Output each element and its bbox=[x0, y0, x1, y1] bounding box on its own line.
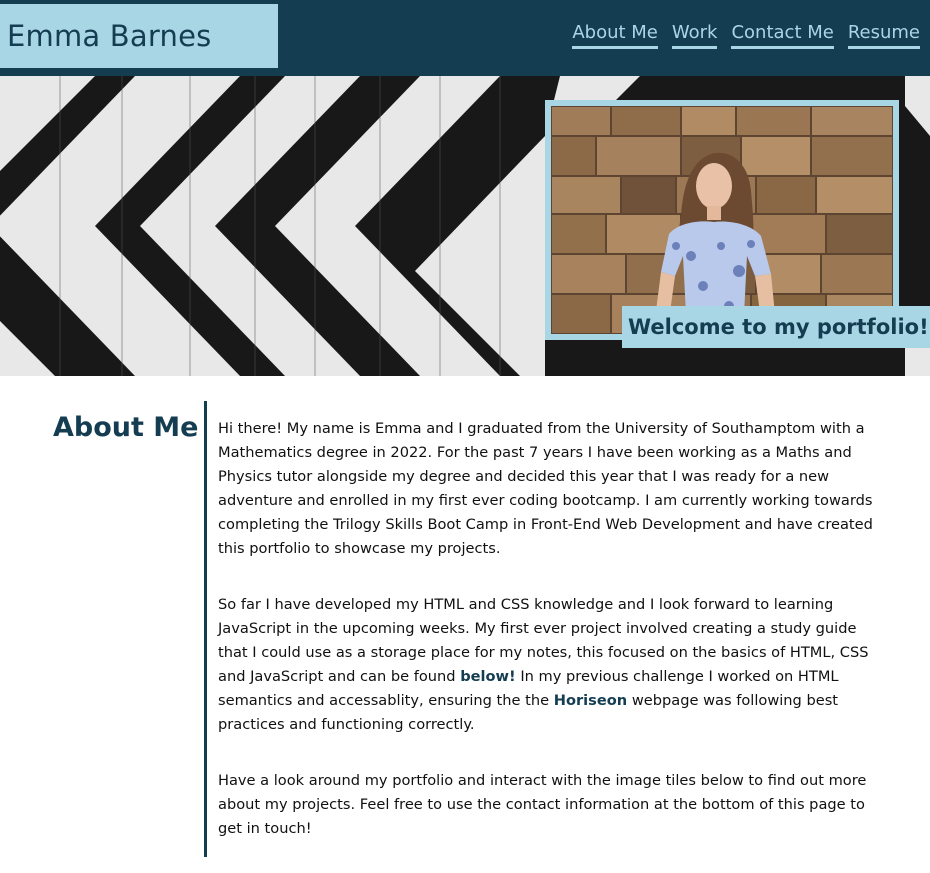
brand-box: Emma Barnes bbox=[0, 4, 278, 68]
about-paragraph-3: Have a look around my portfolio and inte… bbox=[218, 772, 867, 837]
about-body: Hi there! My name is Emma and I graduate… bbox=[218, 417, 878, 873]
nav-link-about-me[interactable]: About Me bbox=[572, 22, 658, 49]
about-section: About Me Hi there! My name is Emma and I… bbox=[0, 376, 930, 873]
nav-link-contact-me[interactable]: Contact Me bbox=[731, 22, 834, 49]
horiseon-link[interactable]: Horiseon bbox=[554, 692, 627, 709]
site-title: Emma Barnes bbox=[7, 19, 212, 53]
hero-banner: Welcome to my portfolio! bbox=[0, 76, 930, 376]
portrait-frame bbox=[545, 100, 899, 340]
welcome-banner: Welcome to my portfolio! bbox=[622, 306, 930, 348]
site-header: Emma Barnes About Me Work Contact Me Res… bbox=[0, 0, 930, 76]
nav-link-resume[interactable]: Resume bbox=[847, 22, 920, 49]
about-heading: About Me bbox=[53, 412, 199, 443]
main-nav: About Me Work Contact Me Resume bbox=[572, 22, 920, 49]
about-paragraph-1: Hi there! My name is Emma and I graduate… bbox=[218, 420, 873, 557]
below-link[interactable]: below! bbox=[460, 668, 516, 685]
profile-photo bbox=[551, 106, 893, 334]
nav-link-work[interactable]: Work bbox=[671, 22, 718, 49]
about-paragraph-2: So far I have developed my HTML and CSS … bbox=[218, 593, 878, 737]
vertical-divider bbox=[204, 401, 207, 857]
